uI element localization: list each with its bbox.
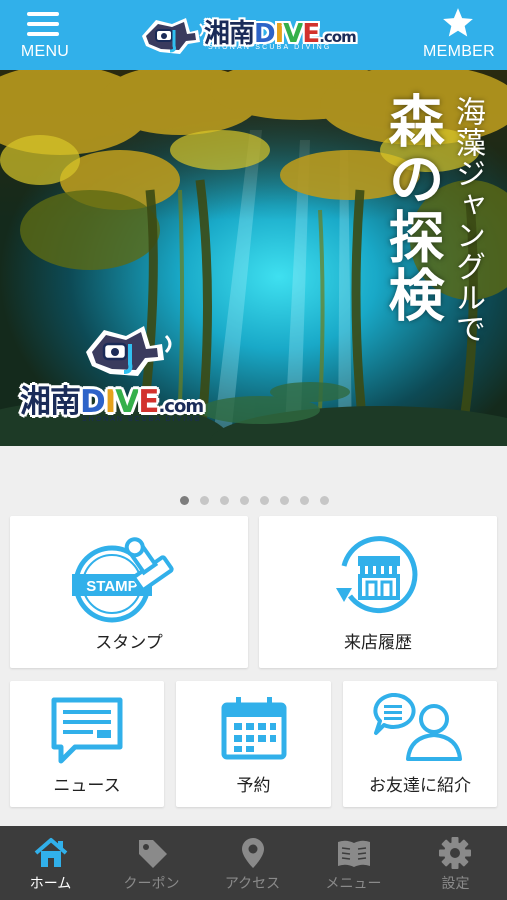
tab-menu[interactable]: メニュー <box>303 826 404 900</box>
gear-icon <box>439 837 471 869</box>
star-icon <box>443 8 473 37</box>
banner-title: 森の探検 <box>379 92 444 324</box>
member-button-label: MEMBER <box>422 43 496 60</box>
tab-home[interactable]: ホーム <box>0 826 101 900</box>
carousel-dot[interactable] <box>199 496 209 505</box>
refer-friend-tile-label: お友達に紹介 <box>369 776 471 796</box>
hamburger-icon <box>27 12 59 36</box>
carousel-dot[interactable] <box>319 496 329 505</box>
tab-access-label: アクセス <box>224 876 281 892</box>
visit-history-tile-label: 来店履歴 <box>344 633 412 653</box>
member-button[interactable]: MEMBER <box>411 0 507 70</box>
carousel-dot[interactable] <box>299 496 309 505</box>
stamp-tile[interactable]: STAMP スタンプ <box>10 516 248 668</box>
refer-friend-icon <box>373 693 462 761</box>
stamp-icon: STAMP <box>72 537 174 623</box>
carousel-dot[interactable] <box>279 496 289 505</box>
banner-logo-wordmark: 湘南DIVE.com <box>20 384 204 420</box>
store-history-icon <box>336 536 418 614</box>
calendar-icon <box>221 697 287 760</box>
carousel-dot[interactable] <box>259 496 269 505</box>
tab-settings-label: 設定 <box>441 876 470 892</box>
tab-access[interactable]: アクセス <box>202 826 303 900</box>
app-logo: 湘南DIVE.com SHONAN SCUBA DIVING <box>136 10 372 60</box>
home-icon <box>34 838 68 867</box>
app-header: MENU 湘南DIVE.com SHONAN SCUBA DIVING MEMB… <box>0 0 507 70</box>
tab-home-label: ホーム <box>29 876 72 892</box>
stamp-tile-label: スタンプ <box>95 633 163 653</box>
refer-friend-tile[interactable]: お友達に紹介 <box>343 681 497 807</box>
banner-subtitle: 海藻ジャングルで <box>450 96 485 344</box>
tab-settings[interactable]: 設定 <box>404 826 507 900</box>
menu-button-label: MENU <box>20 43 70 60</box>
logo-tagline: SHONAN SCUBA DIVING <box>208 44 332 51</box>
news-tile-label: ニュース <box>53 776 121 796</box>
bottom-tab-bar: ホーム クーポン アクセス メニュー 設定 <box>0 826 507 900</box>
diver-fish-logo-icon <box>142 18 204 54</box>
news-icon <box>51 697 123 764</box>
banner-logo-tagline: SHONAN SCUBA DIVING <box>82 416 202 423</box>
carousel-dot[interactable] <box>179 496 189 505</box>
map-pin-icon <box>242 838 264 868</box>
tab-coupon-label: クーポン <box>123 876 180 892</box>
tab-coupon[interactable]: クーポン <box>101 826 202 900</box>
diver-fish-logo-icon <box>86 326 172 376</box>
visit-history-tile[interactable]: 来店履歴 <box>259 516 497 668</box>
menu-button[interactable]: MENU <box>0 0 90 70</box>
menu-book-icon <box>338 840 370 867</box>
news-tile[interactable]: ニュース <box>10 681 164 807</box>
carousel-dot[interactable] <box>239 496 249 505</box>
tab-menu-label: メニュー <box>325 876 382 892</box>
stamp-icon-text: STAMP <box>86 578 137 595</box>
banner-logo: 湘南DIVE.com SHONAN SCUBA DIVING <box>20 318 232 428</box>
coupon-tag-icon <box>139 840 167 868</box>
carousel-dot[interactable] <box>219 496 229 505</box>
carousel-indicator <box>0 490 507 505</box>
reservation-tile[interactable]: 予約 <box>176 681 331 807</box>
promo-banner[interactable]: 森の探検 海藻ジャングルで 湘南DIVE.com SHONAN SCUBA DI… <box>0 70 507 446</box>
reservation-tile-label: 予約 <box>236 776 271 796</box>
